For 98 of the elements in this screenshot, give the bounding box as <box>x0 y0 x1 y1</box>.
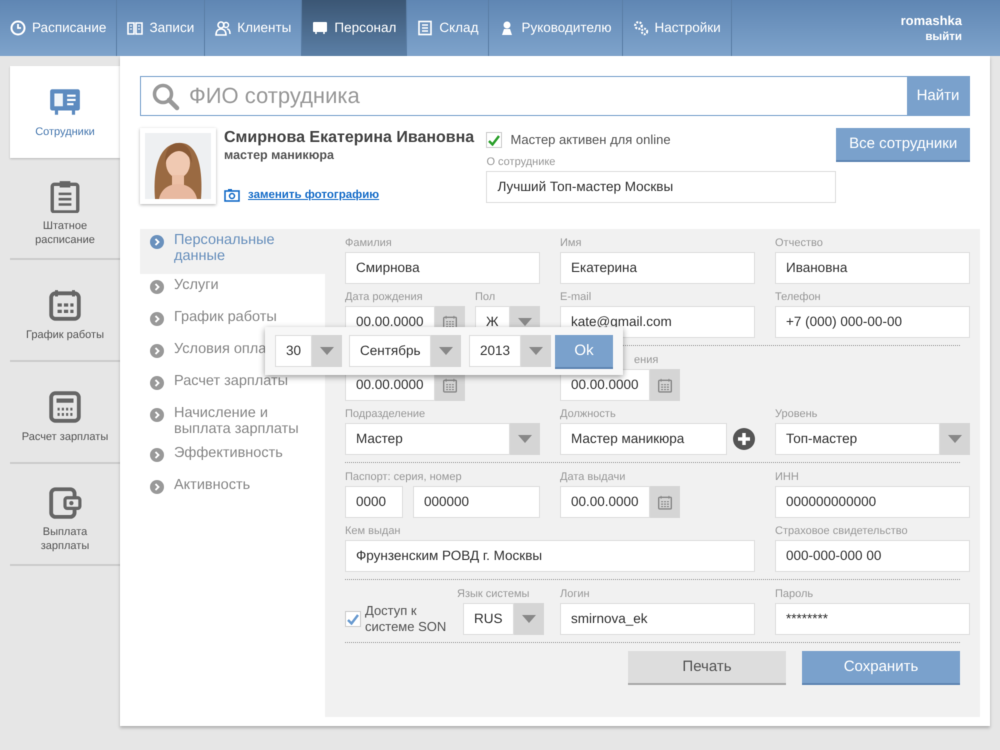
dropdown-button[interactable] <box>514 603 544 635</box>
field-label: Отчество <box>775 237 824 251</box>
dropdown-button[interactable] <box>940 423 970 455</box>
calendar-icon <box>658 494 672 510</box>
people-icon <box>215 20 232 36</box>
chevron-icon <box>150 235 164 249</box>
caret-icon <box>522 615 536 623</box>
checkbox-label: Доступ к системе SON <box>365 603 448 635</box>
checkbox[interactable] <box>486 132 502 148</box>
field-label: Кем выдан <box>345 525 402 539</box>
wallet-icon <box>48 484 82 519</box>
input-field[interactable]: Фрунзенским РОВД г. Москвы <box>345 540 755 572</box>
camera-icon <box>224 188 240 202</box>
checkmark-icon <box>488 134 500 146</box>
menu-item[interactable]: График работы <box>140 306 325 338</box>
nav-tab[interactable]: Персонал <box>302 0 408 56</box>
caret-icon <box>518 435 532 443</box>
chevron-icon <box>150 408 164 422</box>
input-field[interactable]: 000000 <box>413 486 540 518</box>
chevron-icon <box>150 480 164 494</box>
input-field[interactable]: ******** <box>775 603 970 635</box>
employee-name: Смирнова Екатерина Ивановна <box>224 128 476 148</box>
checkbox-label: Мастер активен для online <box>510 132 671 148</box>
employee-position: мастер маникюра <box>224 148 335 164</box>
print-button[interactable]: Печать <box>628 651 786 683</box>
field-label: Имя <box>560 237 582 251</box>
field-label: ения <box>633 354 660 368</box>
menu-item[interactable]: Активность <box>140 474 325 506</box>
gears-icon <box>632 20 649 36</box>
input-field[interactable]: 000000000000 <box>775 486 970 518</box>
date-field[interactable]: 00.00.0000 <box>560 486 650 518</box>
list-icon <box>417 20 434 36</box>
field-label: E-mail <box>560 291 592 305</box>
dropdown-field[interactable]: 2013 <box>469 335 522 367</box>
caret-icon <box>529 347 544 355</box>
field-label: Пароль <box>775 588 814 602</box>
book-icon <box>127 20 144 36</box>
calendar-icon <box>658 378 672 392</box>
menu-item[interactable]: Эффективность <box>140 442 325 474</box>
clock-icon <box>10 20 26 36</box>
field-label: Язык системы <box>456 588 530 602</box>
calendar-button[interactable] <box>650 369 680 401</box>
menu-item[interactable]: Услуги <box>140 274 325 306</box>
field-label: Должность <box>560 408 617 422</box>
menu-item[interactable]: Начисление и выплата зарплаты <box>140 402 325 442</box>
clipboard-icon <box>48 178 82 213</box>
dropdown-button[interactable] <box>312 335 342 367</box>
calendar-button[interactable] <box>650 486 680 518</box>
nav-tab[interactable]: Расписание <box>0 0 118 56</box>
field-label: Дата выдачи <box>560 471 626 485</box>
input-field[interactable]: Смирнова <box>345 252 540 284</box>
input-field[interactable]: Ивановна <box>775 252 970 284</box>
chevron-icon <box>150 448 164 462</box>
dropdown-field[interactable]: Мастер <box>345 423 510 455</box>
chevron-icon <box>150 376 164 390</box>
field-label: Паспорт: серия, номер <box>345 471 463 485</box>
input-field[interactable]: Мастер маникюра <box>560 423 727 455</box>
checkmark-icon <box>347 614 359 624</box>
input-field[interactable]: 000-000-000 00 <box>775 540 970 572</box>
field-label: Фамилия <box>345 237 393 251</box>
field-label: Страховое свидетельство <box>775 525 909 539</box>
calendar-icon <box>443 378 457 392</box>
field-label: Уровень <box>775 408 818 422</box>
field-label: Подразделение <box>345 408 426 422</box>
calendar-icon <box>48 288 82 322</box>
input-field[interactable]: Екатерина <box>560 252 755 284</box>
chevron-icon <box>150 344 164 358</box>
calendar-icon <box>443 314 457 330</box>
field-label: О сотруднике <box>486 156 556 170</box>
add-icon[interactable] <box>733 428 755 450</box>
dropdown-button[interactable] <box>431 335 462 367</box>
username: romashka <box>900 14 962 28</box>
field-label: ИНН <box>775 471 800 485</box>
input-field[interactable]: 0000 <box>345 486 403 518</box>
caret-icon <box>948 435 962 443</box>
field-label: Телефон <box>775 291 822 305</box>
field-label: Дата рождения <box>345 291 424 305</box>
field-label: Логин <box>560 588 591 602</box>
dropdown-button[interactable] <box>521 335 552 367</box>
field-label: Пол <box>475 291 496 305</box>
dropdown-button[interactable] <box>510 423 540 455</box>
input-field[interactable]: Лучший Топ-мастер Москвы <box>486 171 836 204</box>
dropdown-field[interactable]: 30 <box>275 335 312 367</box>
dropdown-field[interactable]: Топ-мастер <box>775 423 940 455</box>
checkbox[interactable] <box>345 611 361 627</box>
dropdown-field[interactable]: RUS <box>463 603 514 635</box>
sidebar-item[interactable]: Сотрудники <box>10 66 120 158</box>
menu-item[interactable]: Расчет зарплаты <box>140 370 325 402</box>
caret-icon <box>320 347 334 355</box>
chevron-icon <box>150 312 164 326</box>
chevron-icon <box>150 280 164 294</box>
dropdown-field[interactable]: Сентябрь <box>349 335 432 367</box>
input-field[interactable]: +7 (000) 000-00-00 <box>775 306 970 338</box>
caret-icon <box>439 347 454 355</box>
input-field[interactable]: smirnova_ek <box>560 603 755 635</box>
change-photo-link[interactable]: заменить фотографию <box>248 188 380 202</box>
search-icon <box>151 82 181 112</box>
calculator-icon <box>48 390 82 424</box>
